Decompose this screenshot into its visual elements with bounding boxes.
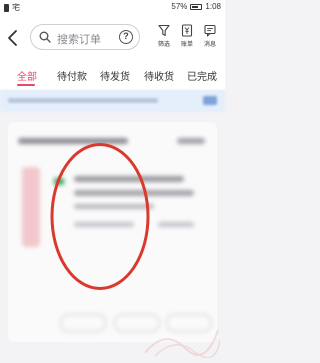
- active-tab-indicator: [17, 84, 35, 86]
- notice-action-blurred: [203, 96, 217, 105]
- header: 搜索订单 ? 筛选 账单 消息: [0, 14, 225, 62]
- filter-label: 筛选: [157, 42, 170, 48]
- product-price-blurred: [74, 222, 134, 227]
- filter-icon: [158, 24, 170, 37]
- status-left: 宅: [4, 2, 20, 13]
- message-button[interactable]: 消息: [200, 24, 220, 54]
- bill-icon: [181, 24, 193, 37]
- shop-name-blurred: [18, 138, 128, 144]
- order-tabs: 全部 待付款 待发货 待收货 已完成: [0, 62, 225, 90]
- product-spec-blurred: [74, 204, 154, 209]
- tab-pending-shipment[interactable]: 待发货: [100, 68, 130, 83]
- search-input[interactable]: 搜索订单 ?: [30, 24, 140, 50]
- help-icon[interactable]: ?: [119, 30, 133, 44]
- tab-pending-receipt[interactable]: 待收货: [144, 68, 174, 83]
- carrier-text: 宅: [12, 3, 20, 12]
- back-arrow-icon[interactable]: [6, 28, 22, 48]
- order-status-blurred: [177, 138, 205, 144]
- tab-pending-payment[interactable]: 待付款: [57, 68, 87, 83]
- clock: 1:08: [205, 2, 221, 11]
- bill-label: 账单: [180, 42, 193, 48]
- search-icon: [39, 31, 51, 43]
- battery-icon: [190, 3, 203, 10]
- product-tag-badge: [54, 178, 64, 185]
- product-title-blurred: [74, 176, 184, 182]
- bill-button[interactable]: 账单: [177, 24, 197, 54]
- order-card[interactable]: [8, 122, 217, 342]
- product-thumbnail[interactable]: [22, 167, 40, 247]
- product-quantity-blurred: [158, 222, 194, 227]
- notice-banner[interactable]: [0, 90, 225, 112]
- filter-button[interactable]: 筛选: [154, 24, 174, 54]
- battery-percent: 57%: [171, 2, 188, 11]
- status-right: 57% 1:08: [171, 2, 221, 11]
- message-label: 消息: [203, 42, 216, 48]
- tab-completed[interactable]: 已完成: [187, 68, 217, 83]
- message-icon: [204, 24, 216, 37]
- sim-card-icon: [4, 3, 9, 12]
- order-action-button[interactable]: [60, 314, 106, 332]
- tab-all[interactable]: 全部: [17, 68, 37, 83]
- status-bar: 宅 57% 1:08: [0, 0, 225, 14]
- watermark-decoration: [144, 329, 220, 358]
- search-placeholder: 搜索订单: [57, 34, 101, 46]
- product-title-line2-blurred: [74, 190, 194, 196]
- notice-text-blurred: [8, 98, 158, 103]
